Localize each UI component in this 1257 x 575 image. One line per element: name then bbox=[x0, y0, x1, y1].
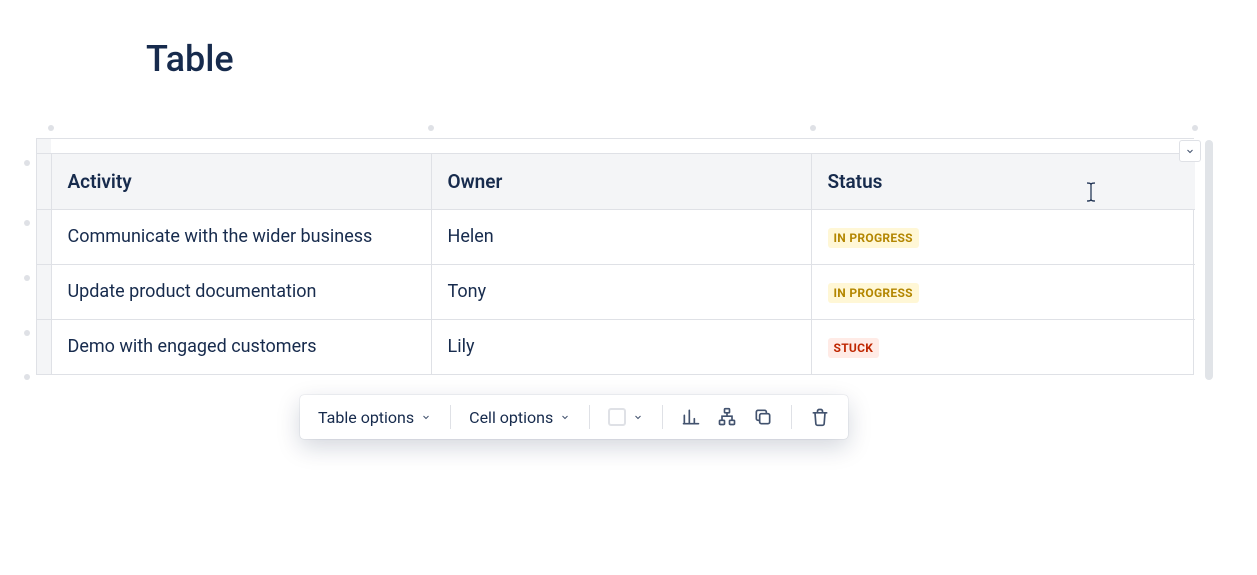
cell-owner[interactable]: Tony bbox=[431, 264, 811, 319]
column-menu-button[interactable] bbox=[1179, 140, 1201, 162]
page-title: Table bbox=[146, 38, 234, 80]
chevron-down-icon bbox=[559, 411, 571, 423]
table-options-button[interactable]: Table options bbox=[310, 402, 440, 433]
column-header-activity[interactable]: Activity bbox=[51, 153, 431, 209]
copy-icon bbox=[753, 407, 773, 427]
table-row[interactable]: Demo with engaged customers Lily STUCK bbox=[37, 319, 1195, 374]
column-header-owner[interactable]: Owner bbox=[431, 153, 811, 209]
chevron-down-icon bbox=[632, 411, 644, 423]
chart-button[interactable] bbox=[673, 401, 709, 433]
decor-dot bbox=[24, 275, 30, 281]
cell-status[interactable]: IN PROGRESS bbox=[811, 209, 1195, 264]
cell-status[interactable]: STUCK bbox=[811, 319, 1195, 374]
decor-dot bbox=[810, 125, 816, 131]
cell-owner[interactable]: Helen bbox=[431, 209, 811, 264]
scrollbar[interactable] bbox=[1205, 140, 1213, 380]
chevron-down-icon bbox=[420, 411, 432, 423]
trash-icon bbox=[810, 407, 830, 427]
delete-button[interactable] bbox=[802, 401, 838, 433]
separator bbox=[791, 405, 792, 429]
decor-dot bbox=[1192, 125, 1198, 131]
decor-dot bbox=[428, 125, 434, 131]
cell-options-button[interactable]: Cell options bbox=[461, 402, 579, 433]
data-table[interactable]: Activity Owner Status Communicate with t… bbox=[36, 138, 1194, 375]
color-swatch bbox=[608, 408, 626, 426]
decor-dot bbox=[24, 220, 30, 226]
decor-dot bbox=[24, 330, 30, 336]
separator bbox=[662, 405, 663, 429]
decor-dot bbox=[48, 125, 54, 131]
table-toolbar: Table options Cell options bbox=[300, 395, 848, 439]
status-badge: STUCK bbox=[828, 338, 880, 358]
column-header-status[interactable]: Status bbox=[811, 153, 1195, 209]
chevron-down-icon bbox=[1184, 145, 1196, 157]
cell-activity[interactable]: Demo with engaged customers bbox=[51, 319, 431, 374]
cell-owner[interactable]: Lily bbox=[431, 319, 811, 374]
table-row[interactable]: Update product documentation Tony IN PRO… bbox=[37, 264, 1195, 319]
cell-activity[interactable]: Update product documentation bbox=[51, 264, 431, 319]
decor-dot bbox=[24, 374, 30, 380]
sitemap-button[interactable] bbox=[709, 401, 745, 433]
cell-activity[interactable]: Communicate with the wider business bbox=[51, 209, 431, 264]
row-handle[interactable] bbox=[37, 319, 51, 374]
separator bbox=[589, 405, 590, 429]
separator bbox=[450, 405, 451, 429]
status-badge: IN PROGRESS bbox=[828, 283, 919, 303]
chart-icon bbox=[681, 407, 701, 427]
table-row[interactable]: Communicate with the wider business Hele… bbox=[37, 209, 1195, 264]
cell-color-button[interactable] bbox=[600, 402, 652, 432]
copy-button[interactable] bbox=[745, 401, 781, 433]
row-handle-header[interactable] bbox=[37, 153, 51, 209]
decor-dot bbox=[24, 160, 30, 166]
status-badge: IN PROGRESS bbox=[828, 228, 919, 248]
row-handle[interactable] bbox=[37, 264, 51, 319]
row-handle[interactable] bbox=[37, 209, 51, 264]
cell-status[interactable]: IN PROGRESS bbox=[811, 264, 1195, 319]
sitemap-icon bbox=[717, 407, 737, 427]
